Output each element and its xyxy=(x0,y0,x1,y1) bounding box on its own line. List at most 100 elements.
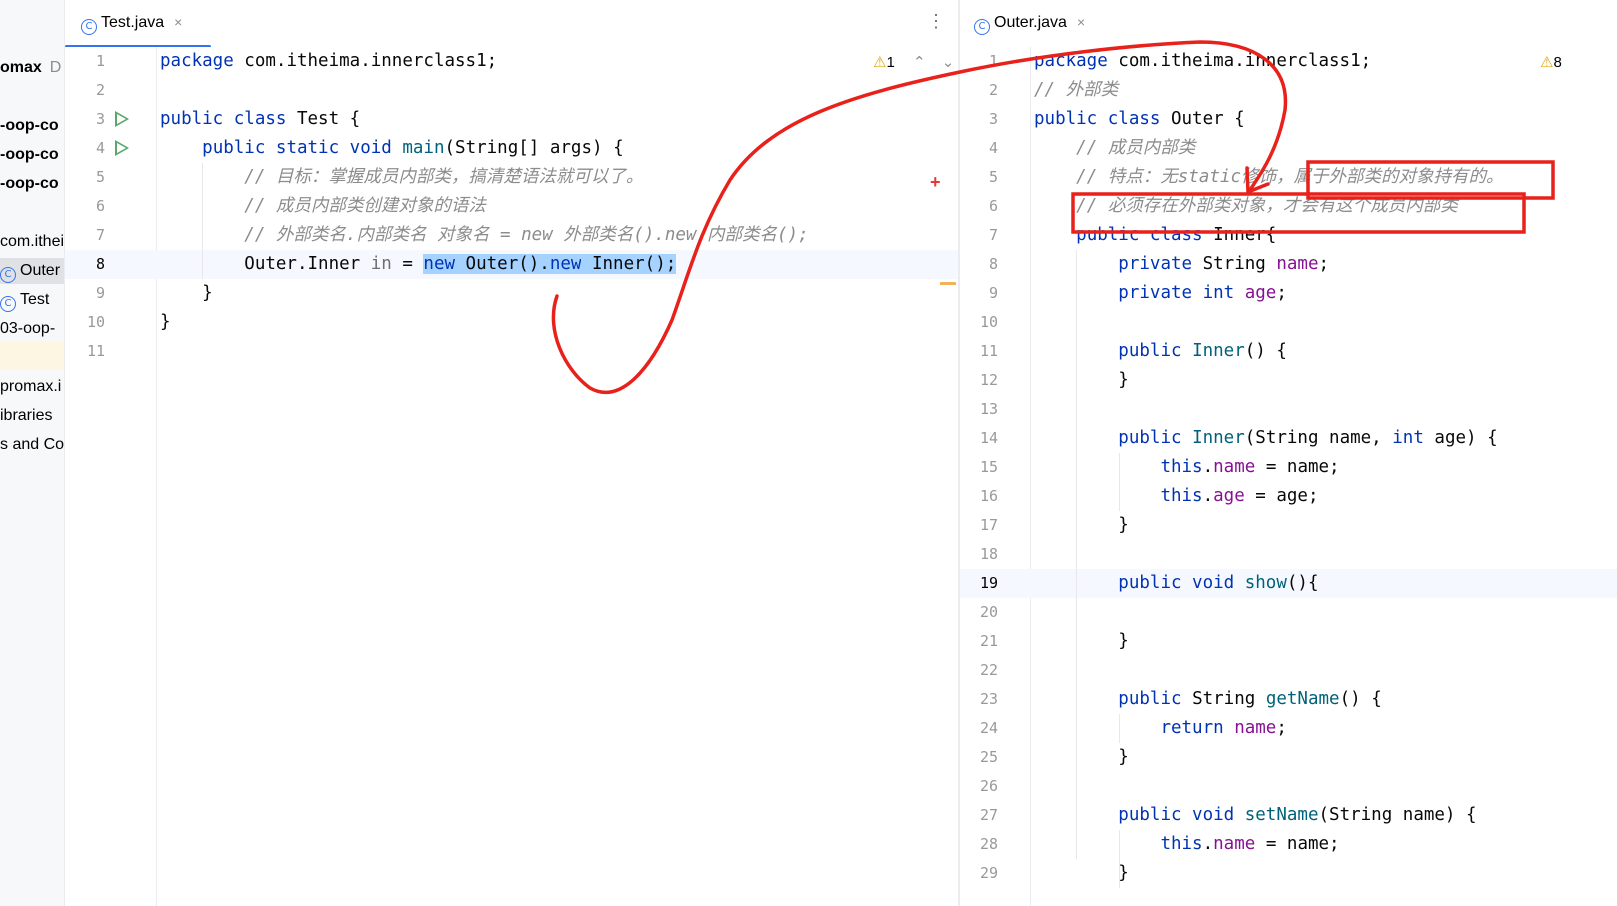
code-token: private int xyxy=(1118,283,1245,303)
code-line[interactable]: } xyxy=(1034,511,1129,540)
code-line[interactable]: } xyxy=(1034,859,1129,888)
code-line[interactable]: public Inner() { xyxy=(1034,337,1287,366)
sidebar-item[interactable]: C Test xyxy=(0,287,49,313)
code-token: age xyxy=(1213,486,1245,506)
chevron-down-icon[interactable]: ⌄ xyxy=(942,54,955,71)
sidebar-item[interactable]: promax.i xyxy=(0,374,61,400)
code-token: // 必须存在外部类对象，才会有这个成员内部类 xyxy=(1076,196,1458,216)
line-number: 3 xyxy=(988,110,998,128)
code-line[interactable]: } xyxy=(1034,627,1129,656)
code-line[interactable]: // 外部类 xyxy=(1034,76,1118,105)
code-token: = age; xyxy=(1244,486,1319,506)
code-token: } xyxy=(1034,747,1129,767)
warning-icon: ⚠ xyxy=(873,53,887,71)
code-line[interactable]: // 外部类名.内部类名 对象名 = new 外部类名().new 内部类名()… xyxy=(160,221,808,250)
code-line[interactable]: public void setName(String name) { xyxy=(1034,801,1477,830)
left-tab-bar: C Test.java × ⋮ xyxy=(65,0,958,48)
sidebar-item[interactable]: 03-oop- xyxy=(0,316,55,342)
line-number: 8 xyxy=(988,255,998,273)
code-line[interactable]: } xyxy=(160,279,213,308)
tab-label: Outer.java xyxy=(994,14,1067,31)
code-line[interactable]: public String getName() { xyxy=(1034,685,1381,714)
line-number: 22 xyxy=(979,661,998,679)
code-token: public void xyxy=(1118,805,1245,825)
tab-label: Test.java xyxy=(101,14,165,31)
code-line[interactable]: // 必须存在外部类对象，才会有这个成员内部类 xyxy=(1034,192,1458,221)
chevron-up-icon[interactable]: ⌃ xyxy=(913,54,926,71)
line-number: 15 xyxy=(979,458,998,476)
code-line[interactable]: // 特点：无static修饰，属于外部类的对象持有的。 xyxy=(1034,163,1503,192)
line-number: 16 xyxy=(979,487,998,505)
code-line[interactable]: } xyxy=(1034,366,1129,395)
code-line[interactable]: } xyxy=(160,308,171,337)
code-line[interactable]: this.name = name; xyxy=(1034,453,1339,482)
code-token: package xyxy=(1034,51,1119,71)
line-number: 13 xyxy=(979,400,998,418)
sidebar-item[interactable]: s and Co xyxy=(0,432,64,458)
sidebar-item[interactable]: C Outer xyxy=(0,258,64,284)
code-token: show xyxy=(1244,573,1287,593)
code-token: Test { xyxy=(296,109,361,129)
indent-guide xyxy=(202,163,204,279)
close-icon[interactable]: × xyxy=(1077,14,1085,30)
scrollbar-warning-marker[interactable] xyxy=(940,282,956,285)
code-line[interactable]: public class Test { xyxy=(160,105,360,134)
code-token: // 成员内部类 xyxy=(1076,138,1196,158)
inspection-widget[interactable]: ⚠1 ⌃ ⌄ xyxy=(873,52,954,73)
sidebar-item[interactable]: -oop-co xyxy=(0,142,59,168)
code-line[interactable]: // 目标：掌握成员内部类，搞清楚语法就可以了。 xyxy=(160,163,643,192)
sidebar-item[interactable]: -oop-co xyxy=(0,171,59,197)
code-line[interactable]: public class Outer { xyxy=(1034,105,1245,134)
code-token: (String name) { xyxy=(1318,805,1477,825)
sidebar-item[interactable]: omax D xyxy=(0,55,61,81)
project-sidebar: omax D -oop-co -oop-co -oop-co com.ithei C Oute… xyxy=(0,0,65,906)
sidebar-item[interactable]: ibraries xyxy=(0,403,52,429)
code-line[interactable]: public class Inner{ xyxy=(1034,221,1276,250)
code-token: . xyxy=(1202,457,1214,477)
code-line[interactable]: package com.itheima.innerclass1; xyxy=(1034,47,1371,76)
class-icon: C xyxy=(0,267,16,283)
code-token: } xyxy=(1034,631,1129,651)
code-token: main xyxy=(402,138,445,158)
line-number: 23 xyxy=(979,690,998,708)
inspection-widget[interactable]: ⚠8 xyxy=(1540,52,1562,73)
run-gutter-icon[interactable] xyxy=(115,111,129,127)
code-line[interactable]: private String name; xyxy=(1034,250,1329,279)
code-line[interactable]: private int age; xyxy=(1034,279,1287,308)
sidebar-item[interactable]: com.ithei xyxy=(0,229,64,255)
code-token: Inner xyxy=(1192,428,1245,448)
sidebar-item-label: s and Co xyxy=(0,436,65,453)
right-code-editor[interactable]: ⚠8 1 package com.itheima.innerclass1; 2// … xyxy=(960,47,1617,906)
line-number: 4 xyxy=(95,139,105,157)
code-line[interactable]: // 成员内部类 xyxy=(1034,134,1195,163)
line-number: 5 xyxy=(95,168,105,186)
line-number: 21 xyxy=(979,632,998,650)
sidebar-item-label: ibraries xyxy=(0,407,53,424)
close-icon[interactable]: × xyxy=(174,14,182,30)
code-line[interactable]: this.name = name; xyxy=(1034,830,1340,859)
code-line[interactable]: // 成员内部类创建对象的语法 xyxy=(160,192,486,221)
code-token: name xyxy=(1213,457,1256,477)
code-token: this xyxy=(1160,457,1203,477)
line-number: 26 xyxy=(979,777,998,795)
line-number: 28 xyxy=(979,835,998,853)
run-gutter-icon[interactable] xyxy=(115,140,129,156)
code-line[interactable]: public Inner(String name, int age) { xyxy=(1034,424,1497,453)
sidebar-item[interactable]: -oop-co xyxy=(0,113,59,139)
code-line[interactable]: return name; xyxy=(1034,714,1286,743)
tab-outer-java[interactable]: C Outer.java × xyxy=(974,0,1085,46)
code-token: = xyxy=(391,254,424,274)
tab-test-java[interactable]: C Test.java × xyxy=(81,0,182,46)
code-line[interactable]: public static void main(String[] args) { xyxy=(160,134,623,163)
code-token: = name; xyxy=(1255,834,1340,854)
left-code-editor[interactable]: ⚠1 ⌃ ⌄ 1 package com.itheima.innerclass1;… xyxy=(65,47,958,906)
more-options-icon[interactable]: ⋮ xyxy=(927,12,945,30)
line-number: 6 xyxy=(95,197,105,215)
class-icon: C xyxy=(0,296,16,312)
code-line[interactable]: } xyxy=(1034,743,1129,772)
code-line[interactable]: package com.itheima.innerclass1; xyxy=(160,47,497,76)
code-token: Inner xyxy=(1192,341,1245,361)
code-line[interactable]: Outer.Inner in = new Outer().new Inner()… xyxy=(160,250,677,279)
